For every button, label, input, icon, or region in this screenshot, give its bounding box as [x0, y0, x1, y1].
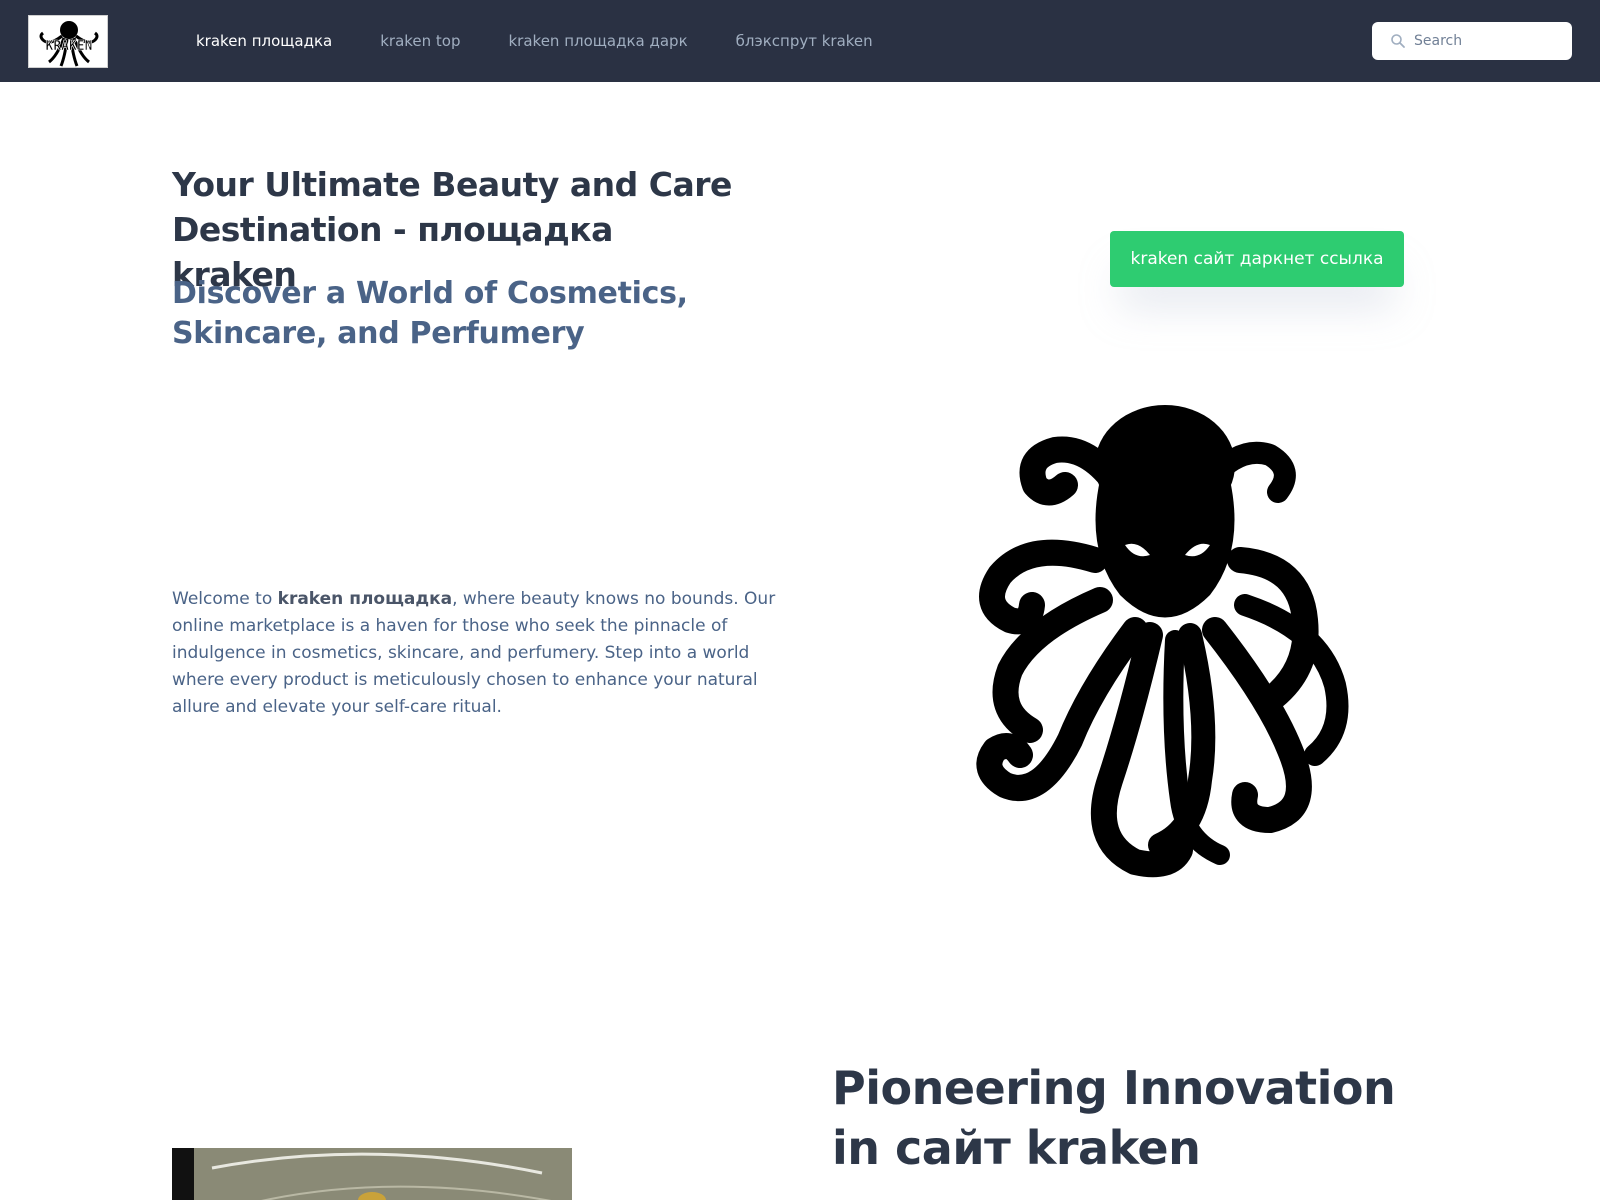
nav-link-kraken-ploshchadka-dark[interactable]: kraken площадка дарк: [509, 32, 688, 50]
main-nav: kraken площадка kraken top kraken площад…: [196, 0, 921, 82]
nav-link-kraken-top[interactable]: kraken top: [380, 32, 460, 50]
product-photo: [172, 1148, 572, 1200]
svg-text:KRAKEN: KRAKEN: [46, 39, 93, 54]
hero-paragraph-bold: kraken площадка: [277, 589, 453, 609]
top-navbar: KRAKEN kraken площадка kraken top kraken…: [0, 0, 1600, 82]
octopus-logo-icon: KRAKEN: [39, 21, 99, 67]
site-logo[interactable]: KRAKEN: [28, 15, 108, 68]
nav-link-blacksprut-kraken[interactable]: блэкспрут kraken: [736, 32, 873, 50]
innovation-title: Pioneering Innovation in сайт kraken: [832, 1061, 1396, 1175]
octopus-icon: [976, 405, 1349, 878]
octopus-illustration: [970, 400, 1380, 890]
search-icon: [1390, 33, 1406, 49]
search-input[interactable]: [1414, 33, 1564, 49]
hero-paragraph-prefix: Welcome to: [172, 589, 278, 609]
hero-paragraph: Welcome to kraken площадка, where beauty…: [172, 586, 790, 721]
darknet-link-button[interactable]: kraken сайт даркнет ссылка: [1110, 231, 1404, 287]
search-box[interactable]: [1372, 22, 1572, 60]
hero-subtitle: Discover a World of Cosmetics, Skincare,…: [172, 276, 688, 351]
nav-link-kraken-ploshchadka[interactable]: kraken площадка: [196, 32, 332, 50]
